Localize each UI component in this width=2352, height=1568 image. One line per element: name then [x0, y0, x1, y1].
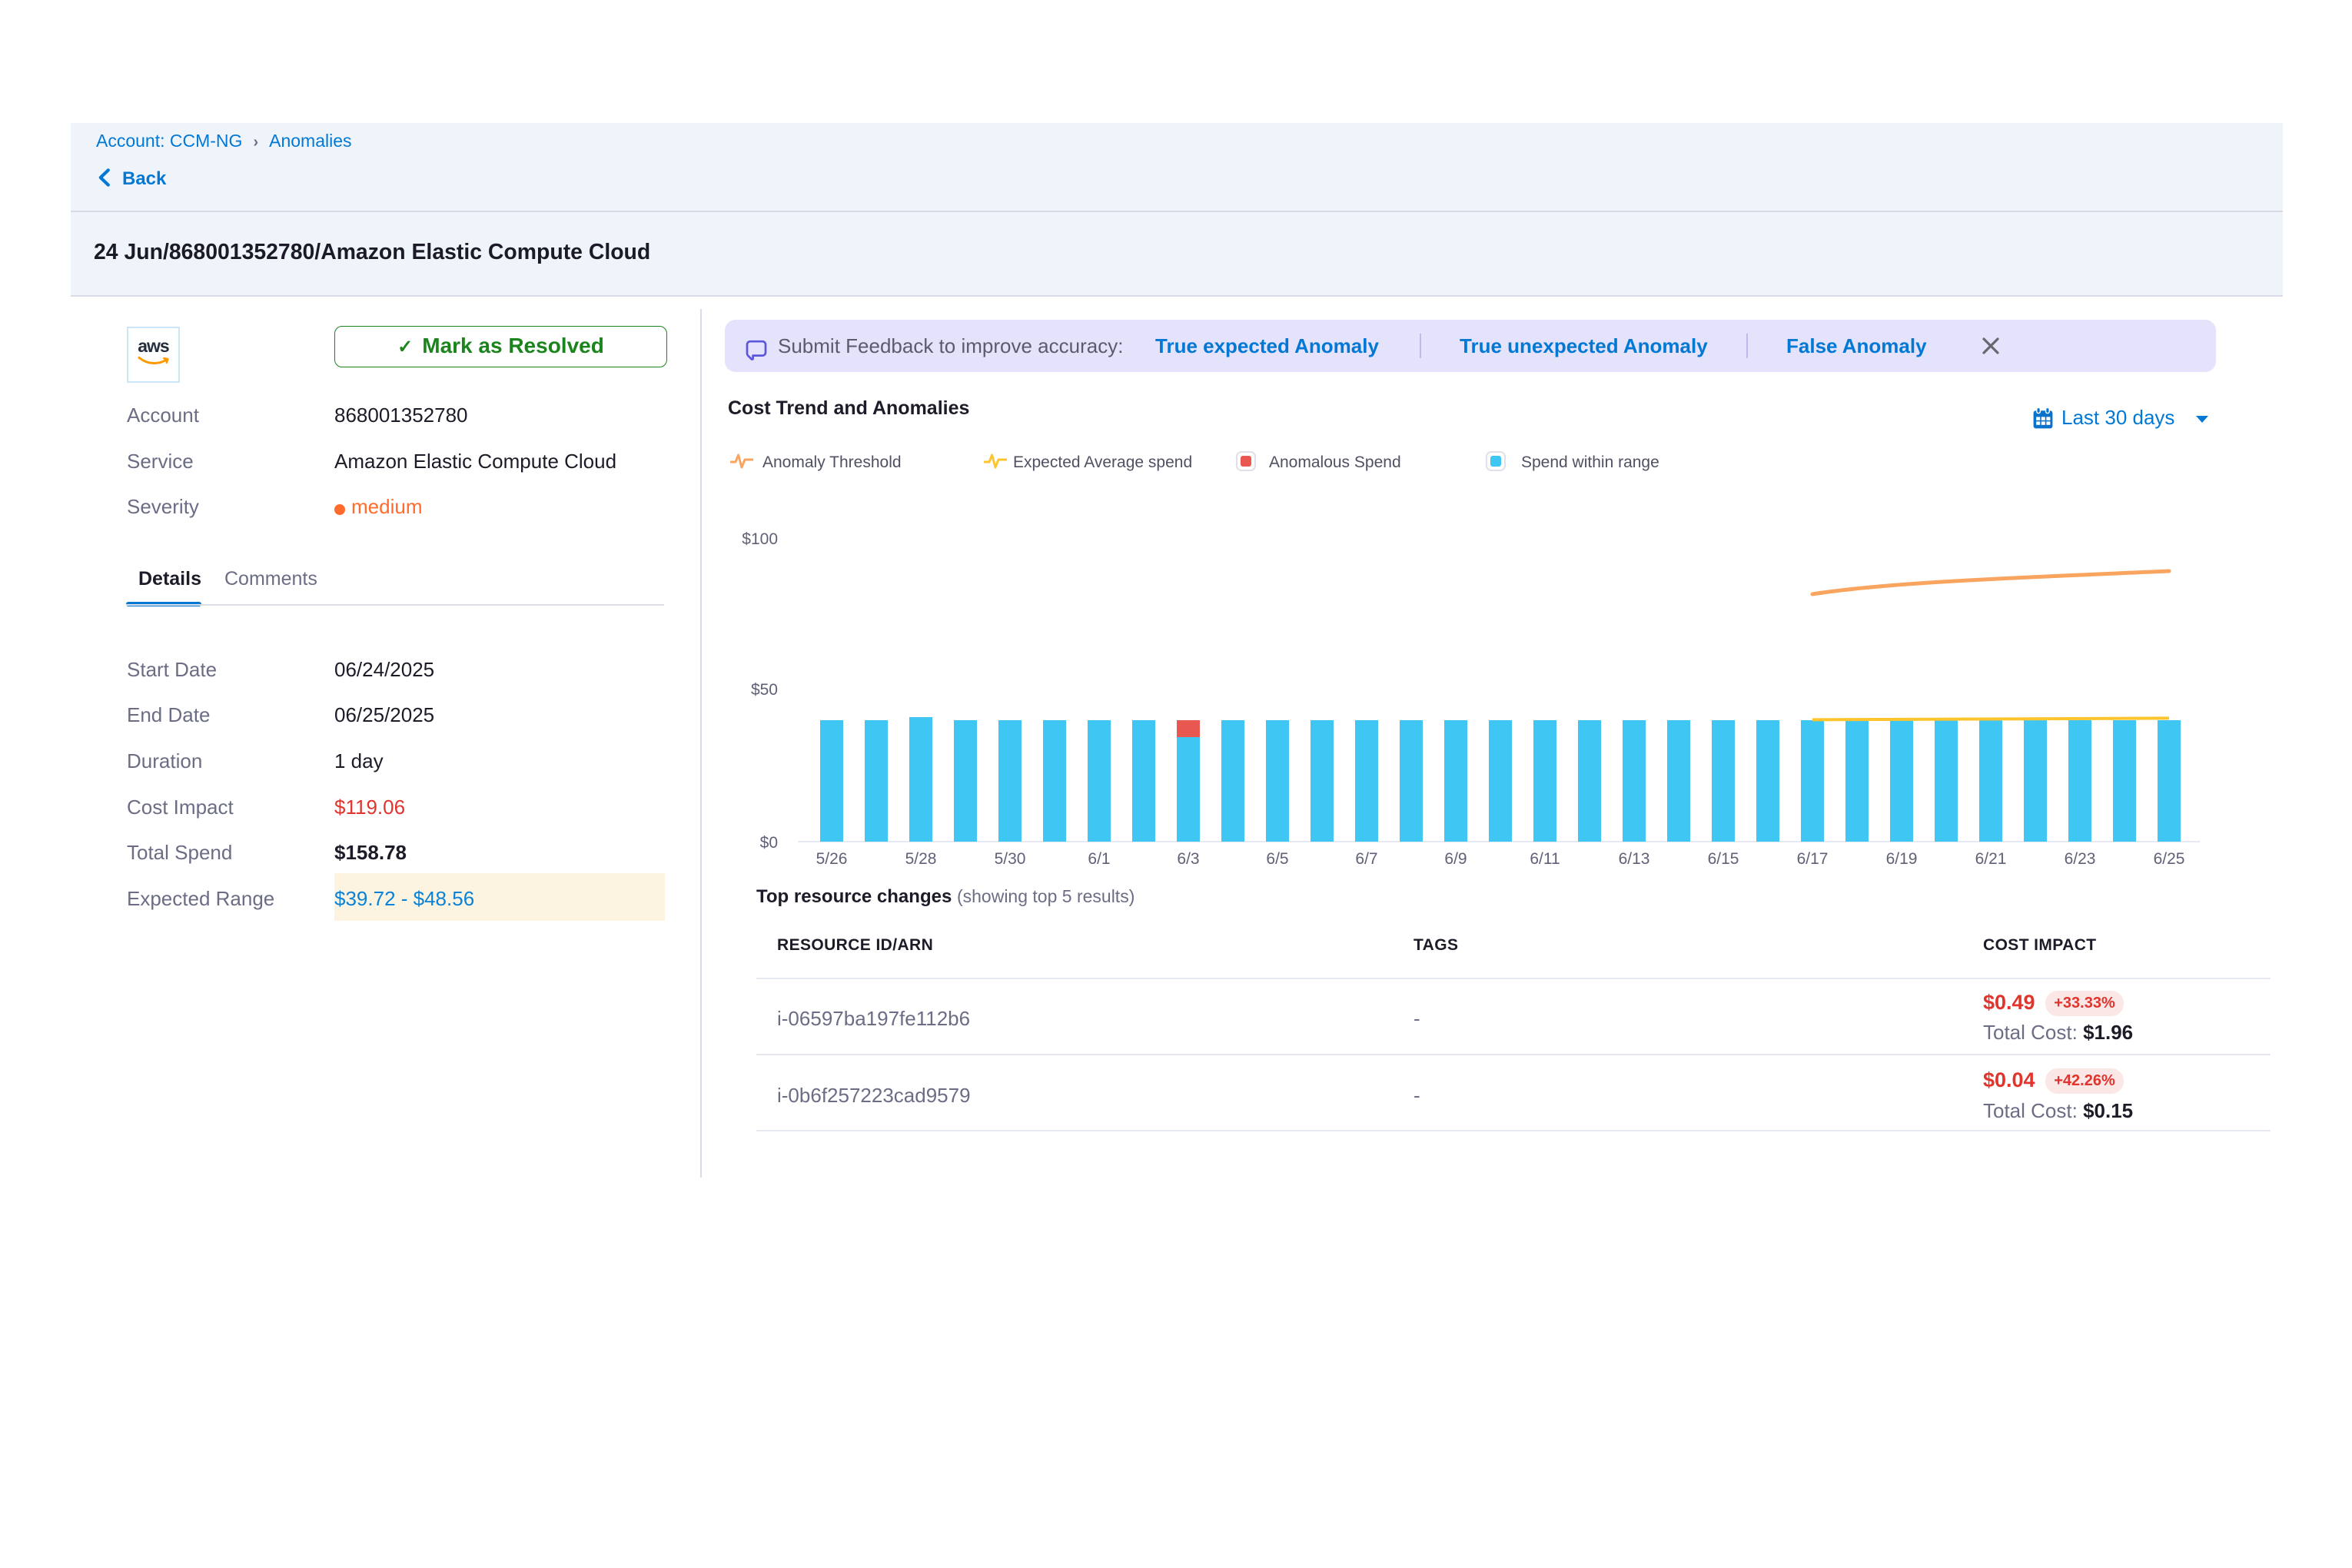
svg-text:6/13: 6/13 [1619, 850, 1650, 868]
svg-text:6/5: 6/5 [1266, 850, 1288, 868]
svg-text:6/25: 6/25 [2154, 850, 2185, 868]
svg-text:6/23: 6/23 [2065, 850, 2096, 868]
svg-text:6/21: 6/21 [1975, 850, 2007, 868]
svg-text:5/26: 5/26 [816, 850, 848, 868]
svg-text:$0: $0 [760, 834, 778, 852]
svg-text:5/30: 5/30 [995, 850, 1026, 868]
svg-text:6/15: 6/15 [1708, 850, 1739, 868]
svg-text:$50: $50 [751, 681, 778, 699]
svg-text:6/7: 6/7 [1355, 850, 1377, 868]
svg-text:6/19: 6/19 [1886, 850, 1918, 868]
svg-text:$100: $100 [742, 530, 778, 548]
svg-text:6/9: 6/9 [1444, 850, 1467, 868]
svg-text:6/11: 6/11 [1530, 850, 1560, 868]
svg-text:6/17: 6/17 [1797, 850, 1829, 868]
svg-text:6/1: 6/1 [1088, 850, 1110, 868]
svg-text:5/28: 5/28 [905, 850, 937, 868]
svg-text:6/3: 6/3 [1177, 850, 1199, 868]
